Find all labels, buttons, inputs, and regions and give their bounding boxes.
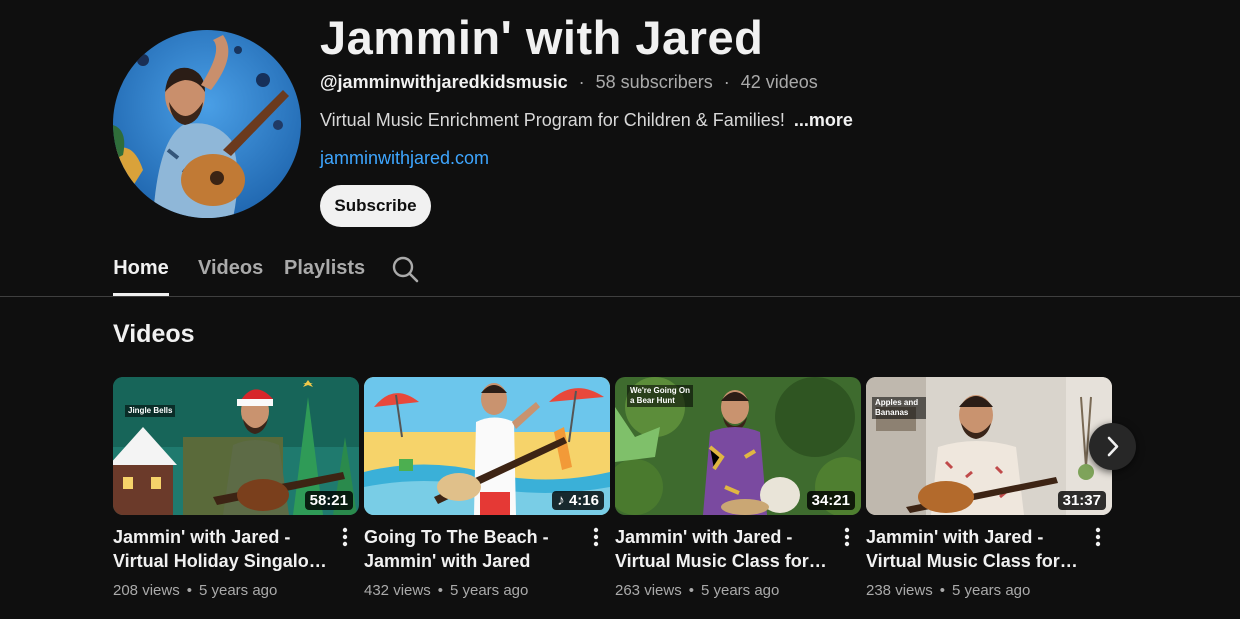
channel-handle: @jamminwithjaredkidsmusic <box>320 72 568 92</box>
video-thumbnail[interactable]: ♪ 4:16 <box>364 377 610 515</box>
chevron-right-icon <box>1107 436 1119 457</box>
video-count: 42 videos <box>740 72 818 92</box>
video-card[interactable]: ♪ 4:16 Going To The Beach - Jammin' with… <box>364 377 610 599</box>
channel-name: Jammin' with Jared <box>320 11 764 64</box>
avatar-image <box>113 30 301 218</box>
search-icon[interactable] <box>391 255 419 283</box>
subscriber-count: 58 subscribers <box>595 72 713 92</box>
more-link[interactable]: ...more <box>794 110 853 130</box>
video-card[interactable]: We're Going On a Bear Hunt 34:21 Jammin'… <box>615 377 861 599</box>
view-count: 208 views <box>113 582 180 599</box>
channel-description[interactable]: Virtual Music Enrichment Program for Chi… <box>320 110 853 131</box>
video-card[interactable]: Jingle Bells 58:21 Jammin' with Jared - … <box>113 377 359 599</box>
channel-website-link[interactable]: jamminwithjared.com <box>320 148 489 169</box>
upload-age: 5 years ago <box>700 582 780 599</box>
video-duration: 34:21 <box>806 491 855 510</box>
video-meta: 432 views • 5 years ago <box>364 582 528 599</box>
tabs-divider <box>0 296 1240 297</box>
thumbnail-caption: Jingle Bells <box>125 405 176 417</box>
video-meta: 238 views • 5 years ago <box>866 582 1030 599</box>
thumbnail-caption: Apples and Bananas <box>872 397 926 419</box>
video-meta: 208 views • 5 years ago <box>113 582 277 599</box>
meta-dot: • <box>186 582 192 599</box>
meta-dot: • <box>688 582 694 599</box>
upload-age: 5 years ago <box>449 582 529 599</box>
carousel-next-button[interactable] <box>1089 423 1136 470</box>
video-duration-text: 4:16 <box>568 492 599 509</box>
more-vert-icon[interactable] <box>841 525 853 549</box>
upload-age: 5 years ago <box>951 582 1031 599</box>
music-note-icon: ♪ <box>557 492 569 509</box>
more-vert-icon[interactable] <box>339 525 351 549</box>
view-count: 432 views <box>364 582 431 599</box>
view-count: 263 views <box>615 582 682 599</box>
video-title[interactable]: Jammin' with Jared - Virtual Music Class… <box>866 525 1086 573</box>
meta-separator: · <box>723 72 730 92</box>
video-thumbnail[interactable]: Apples and Bananas 31:37 <box>866 377 1112 515</box>
section-title[interactable]: Videos <box>113 320 195 349</box>
channel-meta: @jamminwithjaredkidsmusic · 58 subscribe… <box>320 72 818 93</box>
video-meta: 263 views • 5 years ago <box>615 582 779 599</box>
video-duration: ♪ 4:16 <box>552 491 604 510</box>
video-card[interactable]: Apples and Bananas 31:37 Jammin' with Ja… <box>866 377 1112 599</box>
channel-avatar[interactable] <box>113 30 301 218</box>
description-text: Virtual Music Enrichment Program for Chi… <box>320 110 785 130</box>
tab-home[interactable]: Home <box>113 240 169 296</box>
video-title[interactable]: Going To The Beach - Jammin' with Jared <box>364 525 584 573</box>
subscribe-button[interactable]: Subscribe <box>320 185 431 227</box>
more-vert-icon[interactable] <box>1092 525 1104 549</box>
meta-dot: • <box>939 582 945 599</box>
view-count: 238 views <box>866 582 933 599</box>
more-vert-icon[interactable] <box>590 525 602 549</box>
tab-videos[interactable]: Videos <box>198 240 263 296</box>
video-thumbnail[interactable]: Jingle Bells 58:21 <box>113 377 359 515</box>
meta-separator: · <box>578 72 585 92</box>
tab-playlists[interactable]: Playlists <box>284 240 365 296</box>
video-duration: 31:37 <box>1057 491 1106 510</box>
video-title[interactable]: Jammin' with Jared - Virtual Holiday Sin… <box>113 525 333 573</box>
video-title[interactable]: Jammin' with Jared - Virtual Music Class… <box>615 525 835 573</box>
meta-dot: • <box>437 582 443 599</box>
video-duration: 58:21 <box>304 491 353 510</box>
video-thumbnail[interactable]: We're Going On a Bear Hunt 34:21 <box>615 377 861 515</box>
upload-age: 5 years ago <box>198 582 278 599</box>
thumbnail-caption: We're Going On a Bear Hunt <box>627 385 693 407</box>
